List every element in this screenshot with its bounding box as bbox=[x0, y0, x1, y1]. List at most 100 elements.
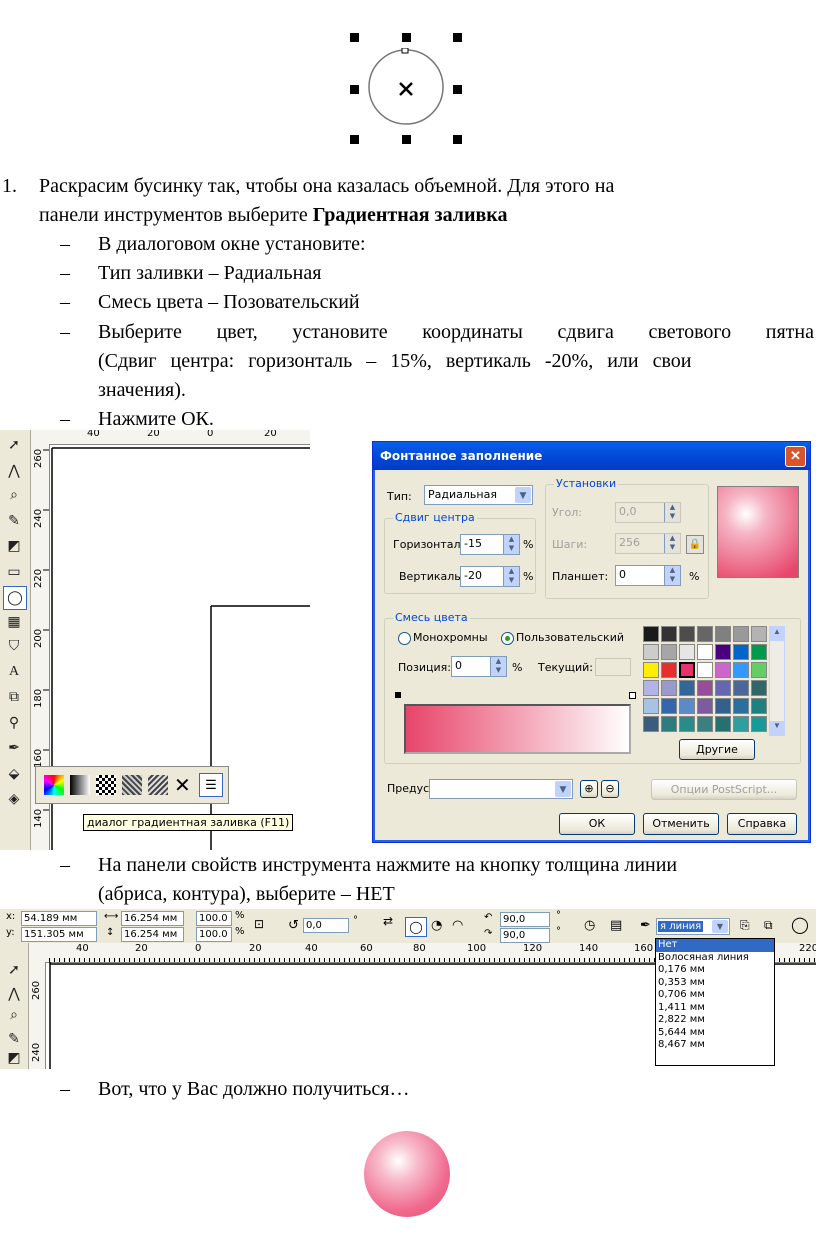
smart-fill-tool-icon[interactable]: ◩ bbox=[3, 535, 25, 557]
fill-tool-icon[interactable]: ⬙ bbox=[3, 763, 25, 785]
palette-swatch[interactable] bbox=[643, 662, 659, 678]
palette-swatch[interactable] bbox=[643, 680, 659, 696]
two-color-radio[interactable] bbox=[398, 632, 411, 645]
outline-circle-icon[interactable]: ◯ bbox=[791, 915, 809, 934]
gradient-end-marker[interactable] bbox=[629, 692, 636, 699]
gradient-bar[interactable] bbox=[404, 704, 631, 754]
lock-icon[interactable]: 🔒 bbox=[686, 535, 704, 554]
add-preset-button[interactable]: ⊕ bbox=[580, 780, 598, 798]
pie-mode-icon[interactable]: ◔ bbox=[431, 918, 442, 933]
fountain-fill-icon[interactable] bbox=[70, 775, 90, 795]
palette-swatch[interactable] bbox=[643, 626, 659, 642]
ellipse-mode-button[interactable]: ◯ bbox=[405, 917, 427, 937]
rectangle-tool-icon[interactable]: ▭ bbox=[3, 561, 25, 583]
palette-swatch[interactable] bbox=[697, 626, 713, 642]
rotation-input[interactable]: 0,0 bbox=[303, 918, 349, 933]
selection-handle[interactable] bbox=[350, 33, 359, 42]
interactive-fill-icon[interactable]: ◈ bbox=[3, 788, 25, 810]
cancel-button[interactable]: Отменить bbox=[643, 813, 719, 835]
custom-radio[interactable] bbox=[501, 632, 514, 645]
texture-fill-icon[interactable] bbox=[122, 775, 142, 795]
palette-swatch[interactable] bbox=[751, 698, 767, 714]
spinner[interactable]: ▲ ▼ bbox=[664, 503, 680, 522]
palette-swatch[interactable] bbox=[733, 680, 749, 696]
palette-swatch[interactable] bbox=[715, 644, 731, 660]
palette-swatch[interactable] bbox=[751, 716, 767, 732]
palette-swatch[interactable] bbox=[715, 626, 731, 642]
selection-handle[interactable] bbox=[350, 135, 359, 144]
palette-swatch[interactable] bbox=[679, 716, 695, 732]
others-button[interactable]: Другие bbox=[679, 739, 755, 760]
palette-swatch[interactable] bbox=[733, 698, 749, 714]
polygon-tool-icon[interactable]: ▦ bbox=[3, 611, 25, 633]
palette-swatch[interactable] bbox=[643, 698, 659, 714]
close-button[interactable]: ✕ bbox=[785, 446, 806, 467]
selection-handle[interactable] bbox=[453, 33, 462, 42]
eyedropper-icon[interactable]: ⚲ bbox=[3, 712, 25, 734]
selection-handle[interactable] bbox=[402, 33, 411, 42]
palette-swatch[interactable] bbox=[661, 626, 677, 642]
palette-swatch[interactable] bbox=[679, 698, 695, 714]
uniform-fill-icon[interactable] bbox=[44, 775, 64, 795]
height-input[interactable]: 16.254 мм bbox=[121, 927, 184, 942]
palette-swatch[interactable] bbox=[715, 680, 731, 696]
current-color-swatch[interactable] bbox=[595, 658, 631, 676]
wrap-text-icon[interactable]: ▤ bbox=[610, 918, 622, 933]
edge-pad-input[interactable]: 0 ▲ ▼ bbox=[615, 565, 681, 586]
list-item[interactable]: 5,644 мм bbox=[656, 1027, 774, 1040]
remove-preset-button[interactable]: ⊖ bbox=[601, 780, 619, 798]
y-position-input[interactable]: 151.305 мм bbox=[21, 927, 97, 942]
palette-swatch[interactable] bbox=[697, 716, 713, 732]
palette-swatch[interactable] bbox=[697, 680, 713, 696]
pick-tool-icon[interactable]: ➚ bbox=[3, 434, 25, 456]
list-item[interactable]: 8,467 мм bbox=[656, 1039, 774, 1052]
help-button[interactable]: Справка bbox=[727, 813, 797, 835]
palette-swatch[interactable] bbox=[751, 626, 767, 642]
freehand-tool-icon[interactable]: ✎ bbox=[3, 510, 25, 532]
interactive-blend-icon[interactable]: ⧉ bbox=[3, 687, 25, 709]
list-item[interactable]: 0,706 мм bbox=[656, 989, 774, 1002]
horizontal-input[interactable]: -15 ▲ ▼ bbox=[460, 534, 520, 555]
palette-swatch[interactable] bbox=[733, 716, 749, 732]
postscript-options-button[interactable]: Опции PostScript... bbox=[651, 779, 797, 800]
list-item[interactable]: 0,176 мм bbox=[656, 964, 774, 977]
palette-swatch[interactable] bbox=[715, 716, 731, 732]
palette-swatch[interactable] bbox=[751, 644, 767, 660]
list-item[interactable]: Нет bbox=[656, 939, 774, 952]
selection-handle[interactable] bbox=[453, 135, 462, 144]
gradient-preview[interactable] bbox=[717, 486, 799, 578]
palette-swatch[interactable] bbox=[679, 626, 695, 642]
palette-swatch[interactable] bbox=[715, 662, 731, 678]
palette-swatch[interactable] bbox=[643, 716, 659, 732]
scale-y-input[interactable]: 100.0 bbox=[196, 927, 232, 942]
palette-swatch[interactable] bbox=[661, 716, 677, 732]
direction-icon[interactable]: ◷ bbox=[584, 918, 595, 933]
ok-button[interactable]: ОК bbox=[559, 813, 635, 835]
copy-icon[interactable]: ⧉ bbox=[764, 918, 773, 933]
type-dropdown[interactable]: Радиальная ▼ bbox=[424, 485, 533, 505]
spinner[interactable]: ▲ ▼ bbox=[664, 566, 680, 585]
shape-tool-icon[interactable]: ⋀ bbox=[3, 983, 25, 1005]
mirror-icon[interactable]: ⇄ bbox=[383, 914, 393, 928]
palette-swatch[interactable] bbox=[697, 698, 713, 714]
list-item[interactable]: 2,822 мм bbox=[656, 1014, 774, 1027]
palette-swatch[interactable] bbox=[751, 680, 767, 696]
list-item[interactable]: Волосяная линия bbox=[656, 952, 774, 965]
smart-fill-tool-icon[interactable]: ◩ bbox=[3, 1047, 25, 1069]
text-tool-icon[interactable]: A bbox=[3, 661, 25, 683]
palette-swatch[interactable] bbox=[733, 662, 749, 678]
zoom-tool-icon[interactable]: ⌕ bbox=[3, 1005, 25, 1027]
spinner[interactable]: ▲ ▼ bbox=[490, 657, 506, 676]
position-input[interactable]: 0 ▲ ▼ bbox=[451, 656, 507, 677]
palette-swatch[interactable] bbox=[661, 662, 677, 678]
end-angle-input[interactable]: 90,0 bbox=[500, 928, 550, 943]
lock-ratio-icon[interactable]: ⊡ bbox=[254, 917, 264, 931]
palette-swatch[interactable] bbox=[715, 698, 731, 714]
selection-handle[interactable] bbox=[402, 135, 411, 144]
spinner[interactable]: ▲ ▼ bbox=[503, 567, 519, 586]
width-input[interactable]: 16.254 мм bbox=[121, 911, 184, 926]
list-item[interactable]: 0,353 мм bbox=[656, 977, 774, 990]
palette-swatch[interactable] bbox=[661, 644, 677, 660]
list-item[interactable]: 1,411 мм bbox=[656, 1002, 774, 1015]
spinner[interactable]: ▲ ▼ bbox=[664, 534, 680, 553]
